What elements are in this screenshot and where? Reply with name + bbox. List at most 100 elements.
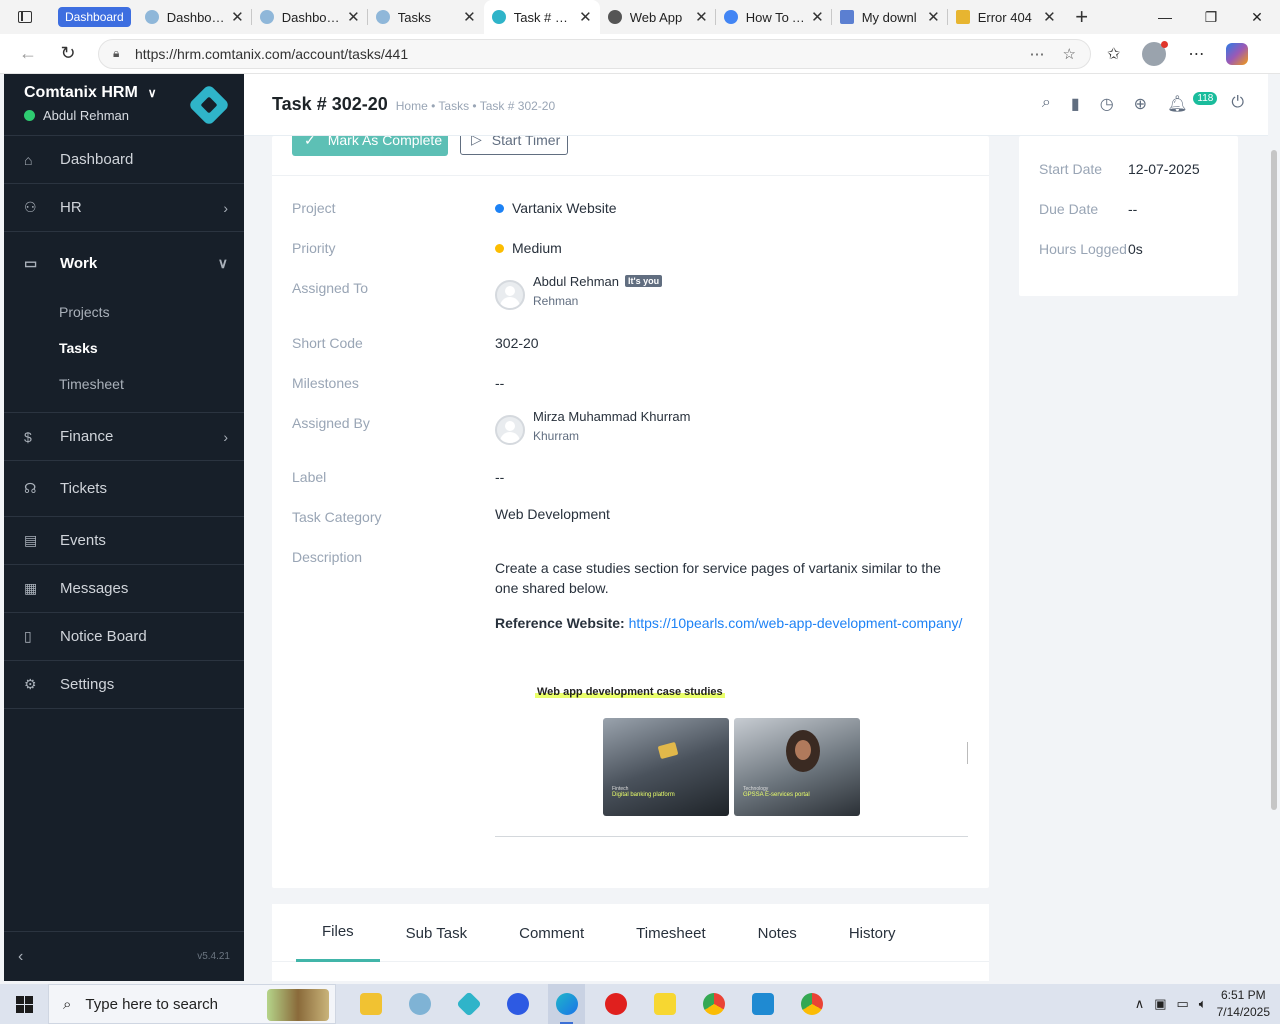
- sidebar-item-finance[interactable]: $ Finance ›: [4, 413, 244, 461]
- sidebar-item-dashboard[interactable]: ⌂ Dashboard: [4, 136, 244, 184]
- online-status-icon: [24, 110, 35, 121]
- due-date-row: Due Date --: [1039, 201, 1137, 217]
- edge-app[interactable]: [548, 984, 585, 1024]
- sidebar-subitem-timesheet[interactable]: Timesheet: [4, 366, 244, 402]
- new-tab-button[interactable]: +: [1064, 4, 1100, 30]
- back-icon[interactable]: ←: [8, 43, 48, 64]
- profile-avatar-icon[interactable]: [1142, 40, 1169, 66]
- browser-tab[interactable]: Dashboard ✕: [252, 0, 368, 34]
- tab-comment[interactable]: Comment: [493, 904, 610, 962]
- tab-actions-button[interactable]: [0, 0, 50, 34]
- site-info-icon[interactable]: 🔒︎: [113, 46, 135, 61]
- sticky-notes-app[interactable]: [646, 984, 683, 1024]
- volume-icon[interactable]: 🔈︎: [1199, 996, 1207, 1012]
- network-icon[interactable]: ▭: [1177, 996, 1189, 1012]
- reference-link[interactable]: https://10pearls.com/web-app-development…: [629, 615, 963, 631]
- sticky-note-icon[interactable]: ▮: [1071, 94, 1080, 114]
- field-label: Label: [292, 469, 327, 485]
- case-study-card: Fintech Digital banking platform: [603, 718, 729, 816]
- bell-icon[interactable]: 🔔︎ 118: [1167, 92, 1218, 114]
- tab-group-label[interactable]: Dashboard: [58, 7, 131, 27]
- page-scrollbar[interactable]: [1268, 136, 1280, 981]
- url-field[interactable]: 🔒︎ https://hrm.comtanix.com/account/task…: [98, 38, 1091, 69]
- favorites-icon[interactable]: ✩: [1107, 44, 1120, 64]
- start-timer-button[interactable]: ▷ Start Timer: [460, 136, 568, 155]
- sidebar-item-notice-board[interactable]: ▯ Notice Board: [4, 613, 244, 661]
- paint-app[interactable]: [401, 984, 438, 1024]
- start-button[interactable]: [0, 995, 48, 1013]
- browser-tab[interactable]: Dashboard ✕: [137, 0, 252, 34]
- vscode-app[interactable]: [744, 984, 781, 1024]
- assigner[interactable]: Mirza Muhammad Khurram Khurram: [495, 409, 965, 451]
- project-value[interactable]: Vartanix Website: [512, 200, 617, 216]
- close-tab-icon[interactable]: ✕: [463, 8, 476, 26]
- opera-icon: [604, 993, 627, 1015]
- start-date-row: Start Date 12-07-2025: [1039, 161, 1200, 177]
- minimize-icon[interactable]: —: [1142, 9, 1188, 26]
- close-tab-icon[interactable]: ✕: [231, 8, 244, 26]
- search-icon[interactable]: ⌕: [1042, 94, 1051, 114]
- browser-tab[interactable]: Web App ✕: [600, 0, 716, 34]
- browser-tab[interactable]: Error 404 ✕: [948, 0, 1064, 34]
- assigner-subname: Khurram: [533, 429, 580, 443]
- browser-tab[interactable]: My downl ✕: [832, 0, 948, 34]
- field-label: Hours Logged: [1039, 241, 1127, 257]
- add-circle-icon[interactable]: ⊕: [1134, 94, 1147, 114]
- browser-tab[interactable]: How To Ac ✕: [716, 0, 832, 34]
- opera-app[interactable]: [597, 984, 634, 1024]
- tab-timesheet[interactable]: Timesheet: [610, 904, 731, 962]
- clock-icon[interactable]: ◷: [1100, 94, 1114, 114]
- sidebar-subitem-tasks[interactable]: Tasks: [4, 330, 244, 366]
- site-favicon-icon: [723, 10, 738, 24]
- tab-files[interactable]: Files: [296, 904, 380, 962]
- tab-sub-task[interactable]: Sub Task: [380, 904, 493, 962]
- sidebar-item-settings[interactable]: ⚙ Settings: [4, 661, 244, 709]
- work-submenu: Projects Tasks Timesheet: [4, 294, 244, 413]
- restore-icon[interactable]: ❐: [1188, 9, 1234, 26]
- briefcase-icon: ▭: [24, 254, 38, 271]
- hrm-app[interactable]: [450, 984, 487, 1024]
- assignee[interactable]: Abdul Rehman It's you Rehman: [495, 274, 965, 316]
- browser-tab-active[interactable]: Task # 302 ✕: [483, 0, 600, 34]
- sidebar-item-hr[interactable]: ⚇ HR ›: [4, 184, 244, 232]
- chrome-app[interactable]: [793, 984, 830, 1024]
- taskbar-search[interactable]: ⌕ Type here to search: [48, 984, 336, 1024]
- close-tab-icon[interactable]: ✕: [1043, 8, 1056, 26]
- security-icon[interactable]: ▣: [1154, 996, 1166, 1012]
- window-controls: — ❐ ✕: [1142, 9, 1280, 26]
- browser-tab[interactable]: Tasks ✕: [368, 0, 484, 34]
- settings-more-icon[interactable]: ⋯: [1188, 44, 1204, 64]
- power-icon[interactable]: ⏻: [1231, 94, 1244, 114]
- more-site-options-icon[interactable]: ⋯: [1030, 45, 1045, 63]
- tab-history[interactable]: History: [823, 904, 922, 962]
- sidebar-item-work[interactable]: ▭ Work ∨: [4, 232, 244, 294]
- clock[interactable]: 6:51 PM 7/14/2025: [1217, 987, 1270, 1021]
- chrome-app[interactable]: [695, 984, 732, 1024]
- favorite-star-icon[interactable]: ☆: [1063, 45, 1076, 63]
- sidebar-item-messages[interactable]: ▦ Messages: [4, 565, 244, 613]
- copilot-icon[interactable]: [1226, 42, 1249, 65]
- close-tab-icon[interactable]: ✕: [347, 8, 360, 26]
- sidebar-subitem-projects[interactable]: Projects: [4, 294, 244, 330]
- sidebar-item-tickets[interactable]: ☊ Tickets: [4, 461, 244, 517]
- zoom-app[interactable]: [499, 984, 536, 1024]
- close-tab-icon[interactable]: ✕: [579, 8, 592, 26]
- close-tab-icon[interactable]: ✕: [811, 8, 824, 26]
- sidebar-item-events[interactable]: ▤ Events: [4, 517, 244, 565]
- its-you-badge: It's you: [625, 275, 663, 287]
- tab-label: Error 404: [977, 9, 1032, 25]
- scrollbar-thumb[interactable]: [1271, 150, 1277, 810]
- close-window-icon[interactable]: ✕: [1234, 9, 1280, 26]
- show-hidden-icons-icon[interactable]: ∧: [1135, 996, 1145, 1012]
- close-tab-icon[interactable]: ✕: [927, 8, 940, 26]
- assigner-name: Mirza Muhammad Khurram: [533, 409, 691, 424]
- refresh-icon[interactable]: ↻: [48, 43, 88, 64]
- file-explorer-app[interactable]: [352, 984, 389, 1024]
- task-tabs-card: Files Sub Task Comment Timesheet Notes H…: [272, 904, 989, 981]
- close-tab-icon[interactable]: ✕: [695, 8, 708, 26]
- tab-notes[interactable]: Notes: [732, 904, 823, 962]
- collapse-sidebar-icon[interactable]: ‹: [18, 948, 23, 966]
- breadcrumb[interactable]: Home • Tasks • Task # 302-20: [396, 99, 555, 113]
- sidebar-item-label: Dashboard: [60, 151, 134, 168]
- mark-as-complete-button[interactable]: ✓ Mark As Complete: [292, 136, 448, 156]
